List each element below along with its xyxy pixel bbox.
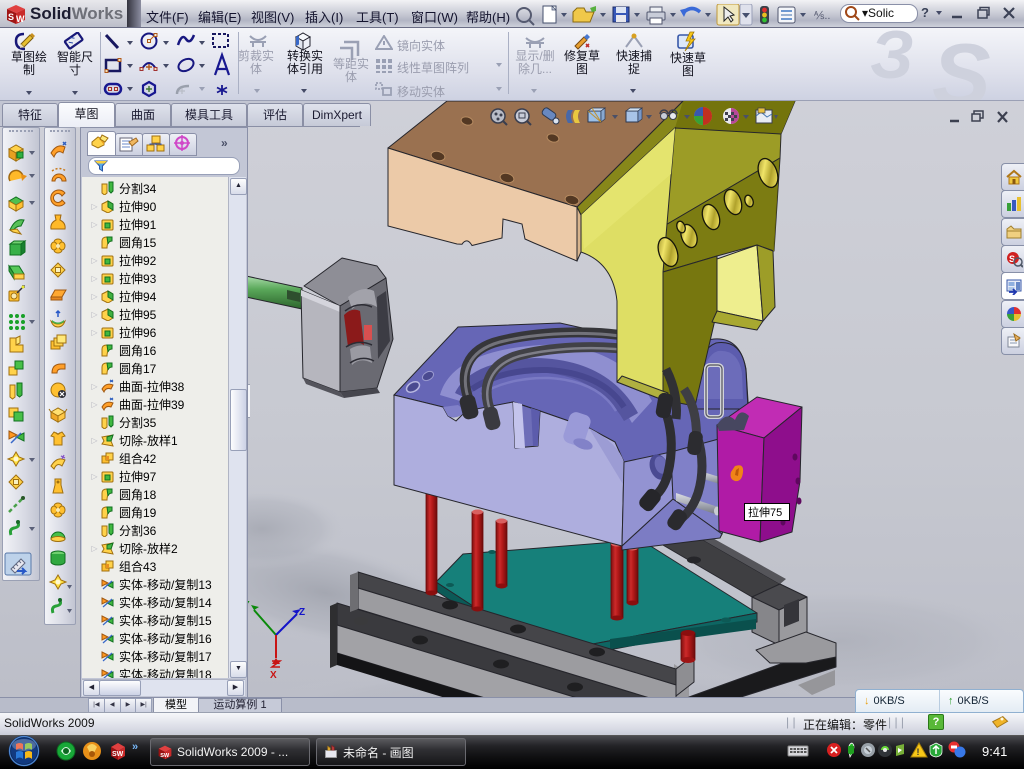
svg-text:拉伸75: 拉伸75 [748, 505, 782, 519]
svg-text:X: X [270, 670, 277, 681]
svg-text:W: W [16, 14, 25, 24]
svg-text:!: ! [917, 747, 920, 757]
svg-text:»: » [132, 741, 138, 753]
svg-text:S: S [8, 12, 14, 22]
svg-text:SW: SW [112, 751, 124, 758]
svg-text:SW: SW [160, 753, 170, 759]
svg-text:Z: Z [299, 607, 305, 618]
svg-text:⅍..: ⅍.. [813, 10, 830, 22]
